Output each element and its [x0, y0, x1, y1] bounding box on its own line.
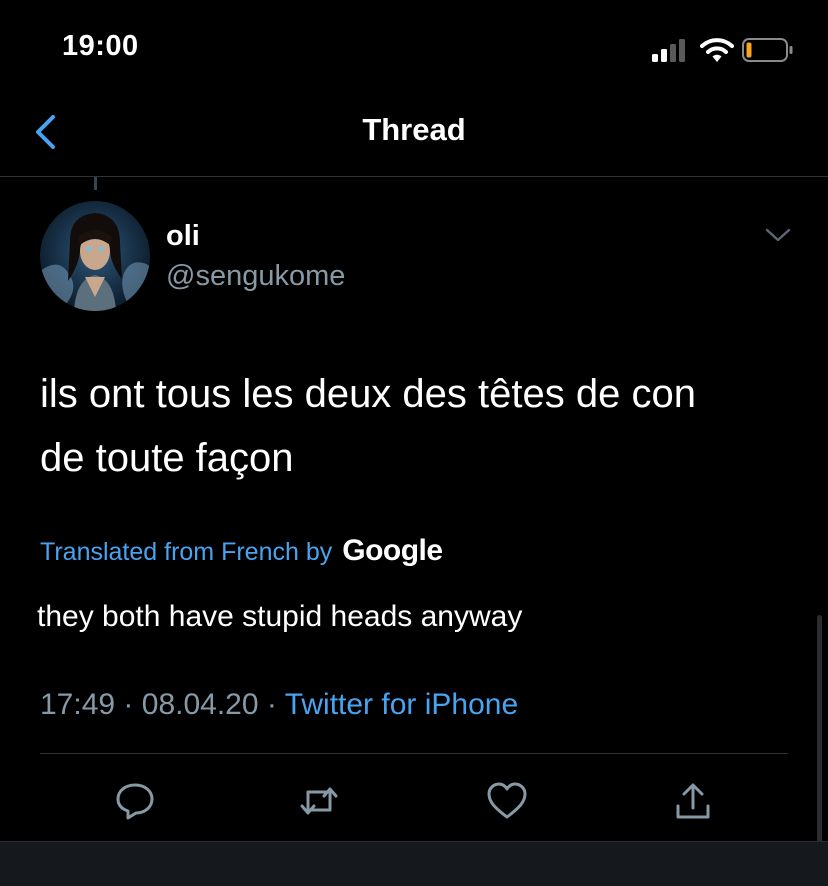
page-title: Thread: [362, 112, 466, 147]
like-button[interactable]: [486, 780, 528, 822]
google-logo: Google: [342, 534, 443, 567]
tweet-date: 08.04.20: [141, 688, 259, 721]
battery-icon: [742, 38, 794, 62]
avatar[interactable]: [40, 201, 150, 311]
nav-divider: [0, 176, 828, 177]
chevron-down-icon: [765, 228, 791, 242]
tweet-text-line: de toute façon: [40, 436, 294, 480]
share-icon: [676, 783, 710, 819]
meta-divider: [40, 753, 788, 754]
tweet-text: ils ont tous les deux des têtes de con d…: [40, 362, 800, 490]
tweet-menu-button[interactable]: [764, 224, 792, 246]
tweet-meta: 17:49 · 08.04.20 · Twitter for iPhone: [40, 688, 518, 722]
tweet-text-line: ils ont tous les deux des têtes de con: [40, 372, 696, 416]
tweet-time: 17:49: [40, 688, 116, 721]
share-button[interactable]: [672, 780, 714, 822]
heart-icon: [487, 782, 527, 819]
retweet-button[interactable]: [298, 780, 340, 822]
reply-icon: [116, 783, 154, 820]
translated-text: they both have stupid heads anyway: [37, 600, 523, 633]
signal-icon: [652, 38, 690, 62]
scrollbar[interactable]: [817, 615, 822, 845]
reply-button[interactable]: [114, 780, 156, 822]
thread-connector-line: [94, 177, 97, 190]
user-handle[interactable]: @sengukome: [166, 260, 345, 293]
wifi-icon: [700, 37, 734, 63]
display-name[interactable]: oli: [166, 220, 200, 253]
meta-separator: ·: [266, 688, 277, 721]
tweet-source-link[interactable]: Twitter for iPhone: [285, 688, 518, 721]
retweet-icon: [300, 787, 338, 815]
meta-separator: ·: [123, 688, 134, 721]
status-time: 19:00: [62, 30, 139, 62]
bottom-bar: [0, 841, 828, 886]
translated-label: Translated from French by: [40, 538, 333, 566]
translation-attribution[interactable]: Translated from French by Google: [40, 534, 443, 568]
